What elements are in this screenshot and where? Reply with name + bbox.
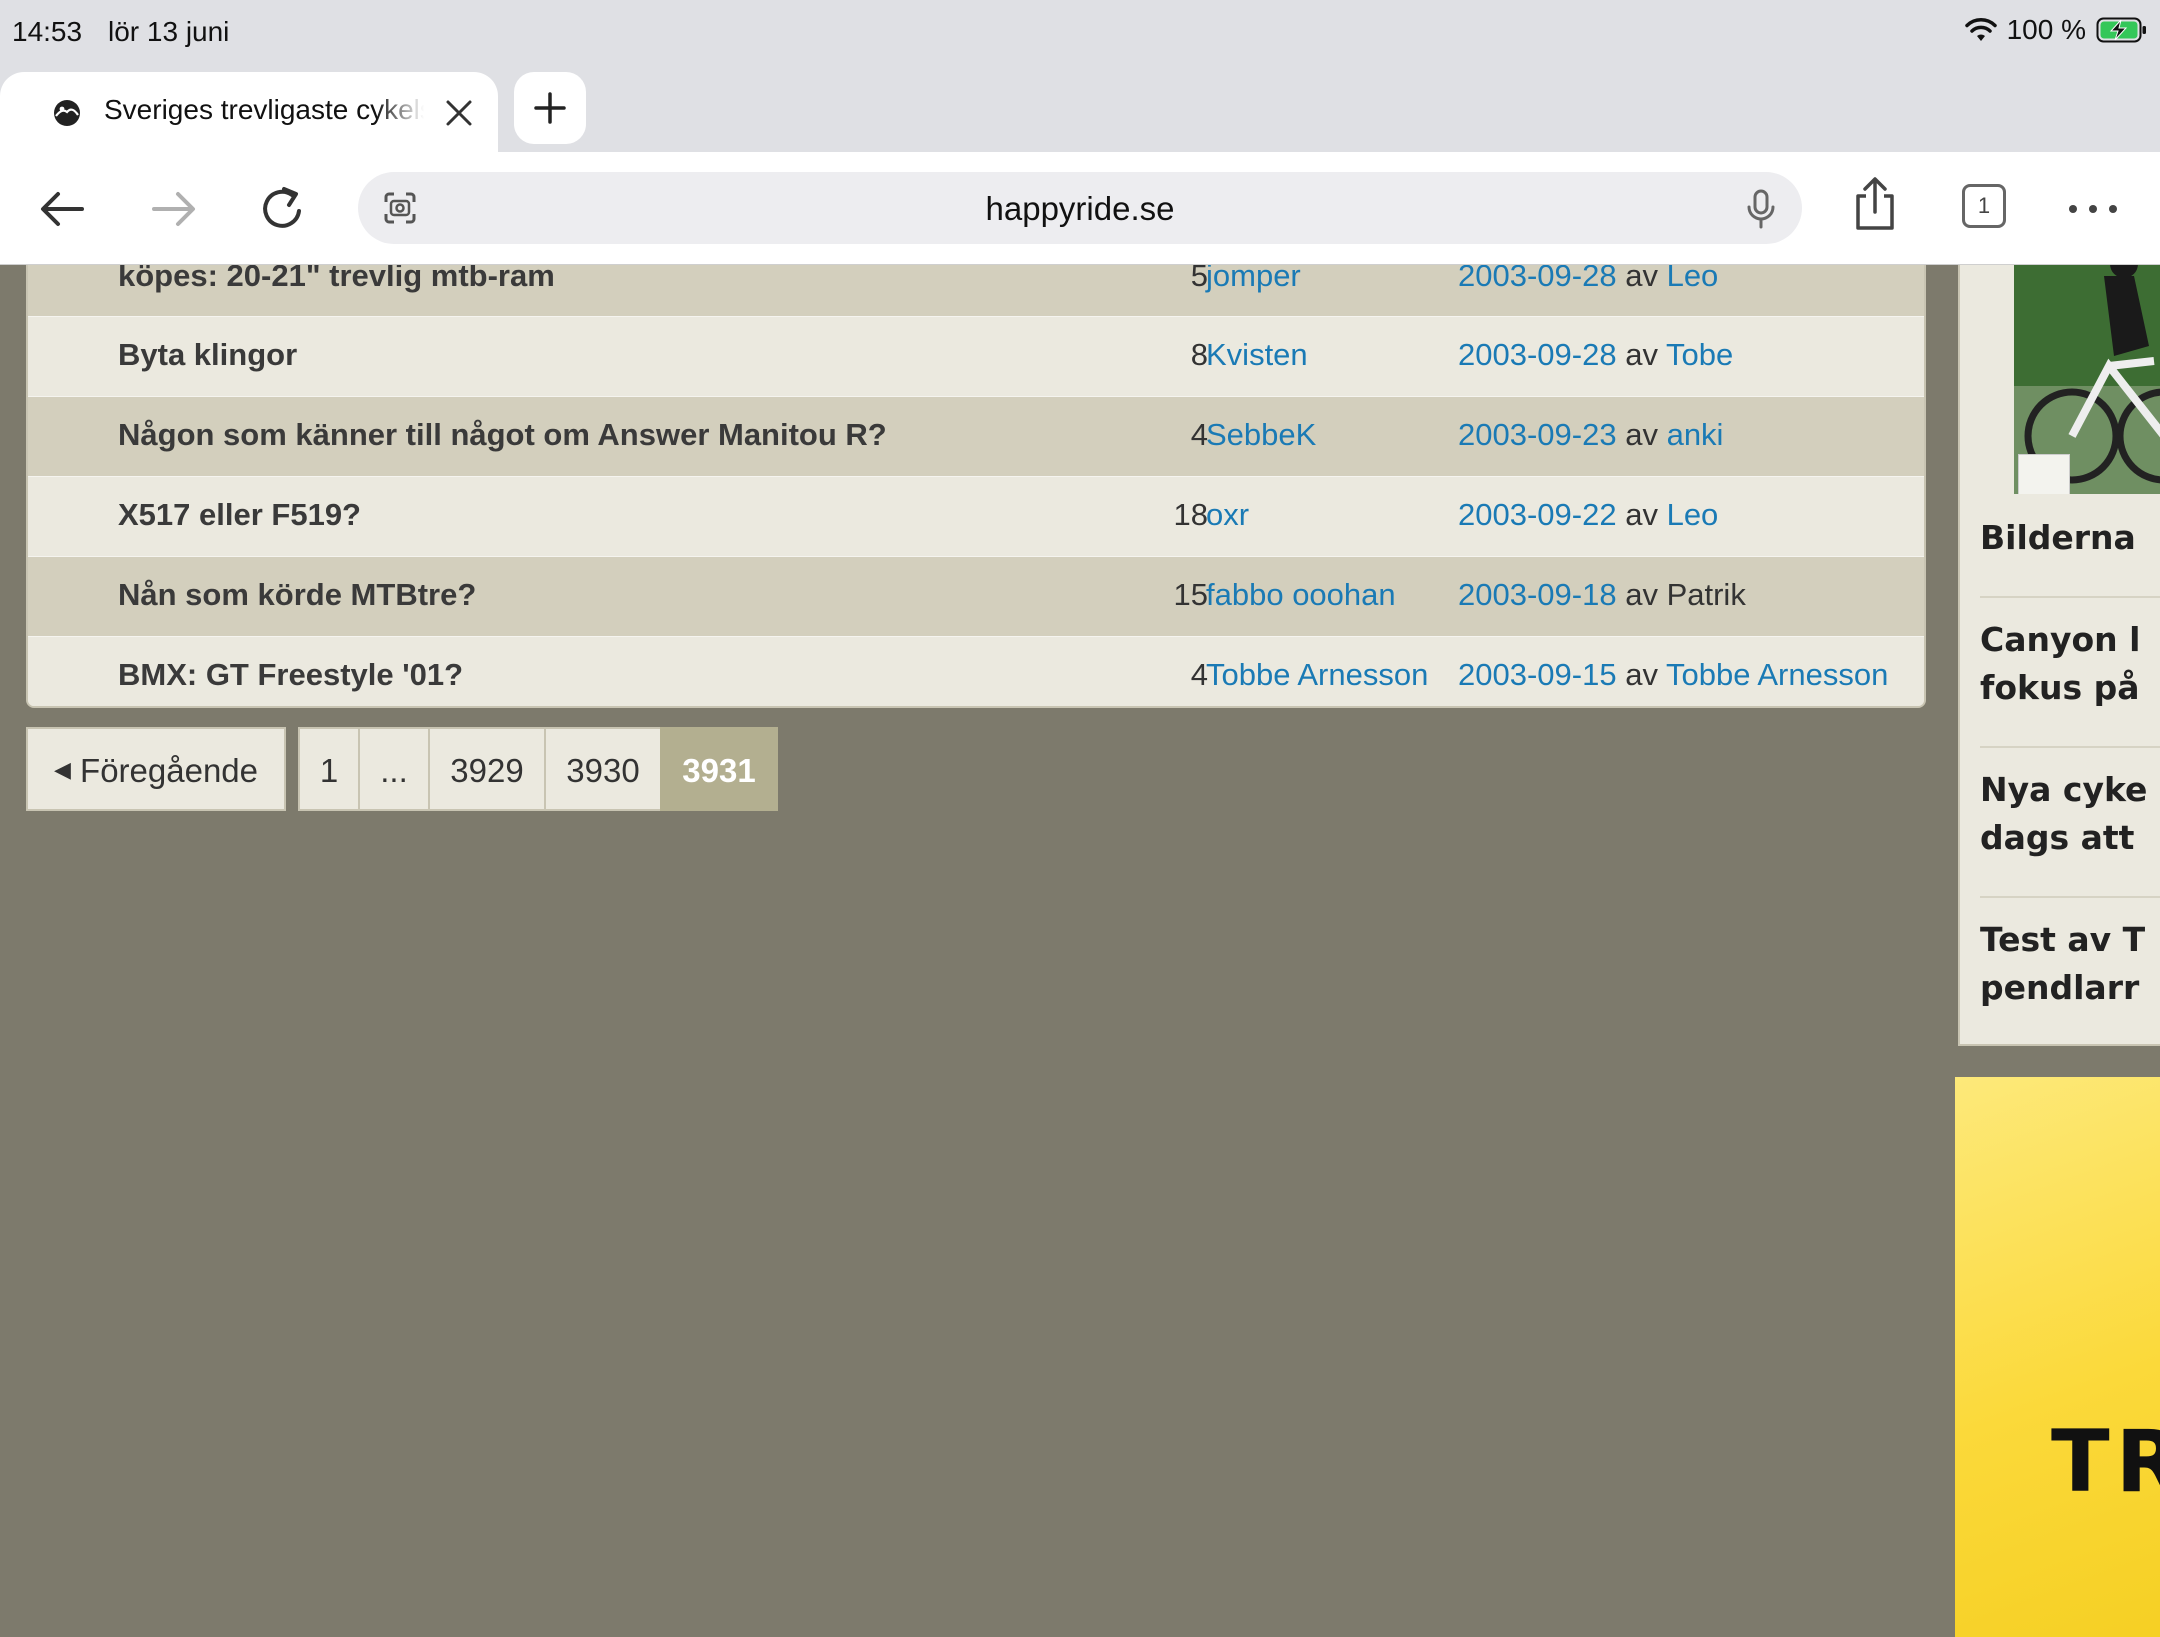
last-post-date-link[interactable]: 2003-09-15: [1458, 657, 1617, 692]
page-link-1[interactable]: 1: [298, 727, 360, 811]
page-current-3931: 3931: [660, 727, 778, 811]
reply-count: 18: [1173, 497, 1208, 532]
cyclist-photo[interactable]: [2014, 236, 2160, 494]
forward-icon[interactable]: [144, 180, 202, 238]
close-icon[interactable]: [444, 98, 474, 128]
news-item-4[interactable]: Test av T pendlarr: [1980, 896, 2160, 1012]
reload-icon[interactable]: [254, 180, 312, 238]
last-post: 2003-09-18 av Patrik: [1458, 577, 1746, 613]
thread-title-link[interactable]: Byta klingor: [118, 337, 297, 373]
thread-author-link[interactable]: fabbo ooohan: [1206, 577, 1396, 613]
last-post: 2003-09-15 av Tobbe Arnesson: [1458, 657, 1888, 693]
last-post-date-link[interactable]: 2003-09-28: [1458, 337, 1617, 372]
last-poster-link[interactable]: Tobbe Arnesson: [1666, 657, 1888, 692]
share-icon[interactable]: [1846, 176, 1904, 234]
new-tab-button[interactable]: [514, 72, 586, 144]
last-poster-name: Patrik: [1666, 577, 1746, 612]
reply-count: 15: [1173, 577, 1208, 612]
tabs-overview-button[interactable]: 1: [1962, 184, 2006, 228]
back-icon[interactable]: [34, 180, 92, 238]
thread-author-link[interactable]: Kvisten: [1206, 337, 1308, 373]
av-label: av: [1625, 337, 1658, 372]
status-time: 14:53: [12, 16, 83, 47]
more-icon[interactable]: [2064, 180, 2122, 238]
news-title: Bilderna: [1980, 518, 2136, 557]
last-post: 2003-09-23 av anki: [1458, 417, 1723, 453]
last-poster-link[interactable]: Leo: [1667, 497, 1719, 532]
thread-author-link[interactable]: oxr: [1206, 497, 1249, 533]
table-row: Byta klingor 8 Kvisten 2003-09-28 av Tob…: [28, 317, 1924, 397]
plus-icon: [534, 92, 566, 124]
thread-title-link[interactable]: X517 eller F519?: [118, 497, 361, 533]
tab-active[interactable]: Sveriges trevligaste cykelsajt: [0, 72, 498, 152]
av-label: av: [1625, 657, 1658, 692]
thread-title-link[interactable]: Någon som känner till något om Answer Ma…: [118, 417, 887, 453]
page-ellipsis: ...: [358, 727, 430, 811]
news-item-3[interactable]: Nya cyke dags att: [1980, 746, 2160, 862]
previous-page-button[interactable]: ◀ Föregående: [26, 727, 286, 811]
last-post-date-link[interactable]: 2003-09-23: [1458, 417, 1617, 452]
status-bar: 14:53 lör 13 juni 100 %: [0, 0, 2160, 66]
address-bar[interactable]: happyride.se: [358, 172, 1802, 244]
previous-page-label: Föregående: [80, 752, 259, 789]
av-label: av: [1625, 417, 1658, 452]
ad-text: TR: [2051, 1412, 2160, 1512]
table-row: BMX: GT Freestyle '01? 4 Tobbe Arnesson …: [28, 637, 1924, 706]
table-row: Nån som körde MTBtre? 15 fabbo ooohan 20…: [28, 557, 1924, 637]
ad-banner[interactable]: TR: [1955, 1077, 2160, 1637]
reply-count: 4: [1190, 417, 1208, 452]
page-link-3929[interactable]: 3929: [428, 727, 546, 811]
last-poster-link[interactable]: anki: [1667, 417, 1724, 452]
browser-toolbar: happyride.se 1: [0, 152, 2160, 265]
last-post-date-link[interactable]: 2003-09-22: [1458, 497, 1617, 532]
last-post-date-link[interactable]: 2003-09-18: [1458, 577, 1617, 612]
thread-title-link[interactable]: BMX: GT Freestyle '01?: [118, 657, 463, 693]
table-row: Någon som känner till något om Answer Ma…: [28, 397, 1924, 477]
url-text: happyride.se: [985, 190, 1175, 227]
favicon-icon: [54, 100, 80, 126]
news-item-1[interactable]: Bilderna: [1980, 514, 2160, 562]
thread-author-link[interactable]: SebbeK: [1206, 417, 1316, 453]
news-title: Test av T: [1980, 920, 2146, 959]
news-title: Nya cyke: [1980, 770, 2148, 809]
badge-thumbnail: [2018, 454, 2070, 494]
sidebar-news: Bilderna Canyon l fokus på Nya cyke dags…: [1958, 236, 2160, 1046]
last-post: 2003-09-22 av Leo: [1458, 497, 1718, 533]
status-indicators: 100 %: [1964, 14, 2148, 46]
news-title: fokus på: [1980, 668, 2140, 707]
reply-count: 4: [1190, 657, 1208, 692]
caret-left-icon: ◀: [53, 757, 71, 783]
tab-strip: Sveriges trevligaste cykelsajt: [0, 66, 2160, 152]
reply-count: 8: [1190, 337, 1208, 372]
microphone-icon[interactable]: [1744, 188, 1778, 230]
news-title: dags att: [1980, 818, 2135, 857]
battery-percent: 100 %: [2006, 14, 2086, 45]
battery-charging-icon: [2096, 17, 2146, 43]
tab-title: Sveriges trevligaste cykelsajt: [104, 94, 424, 125]
news-title: Canyon l: [1980, 620, 2141, 659]
wifi-icon: [1964, 18, 1997, 41]
news-title: pendlarr: [1980, 968, 2140, 1007]
av-label: av: [1625, 577, 1658, 612]
table-row: X517 eller F519? 18 oxr 2003-09-22 av Le…: [28, 477, 1924, 557]
forum-thread-list: köpes: 20-21" trevlig mtb-ram 5 jomper 2…: [26, 236, 1926, 708]
last-post: 2003-09-28 av Tobe: [1458, 337, 1733, 373]
status-date: lör 13 juni: [108, 16, 230, 47]
news-item-2[interactable]: Canyon l fokus på: [1980, 596, 2160, 712]
page-link-3930[interactable]: 3930: [544, 727, 662, 811]
browser-chrome: 14:53 lör 13 juni 100 % Sveriges trevlig…: [0, 0, 2160, 265]
av-label: av: [1625, 497, 1658, 532]
thread-author-link[interactable]: Tobbe Arnesson: [1206, 657, 1428, 693]
last-poster-link[interactable]: Tobe: [1666, 337, 1733, 372]
thread-title-link[interactable]: Nån som körde MTBtre?: [118, 577, 476, 613]
